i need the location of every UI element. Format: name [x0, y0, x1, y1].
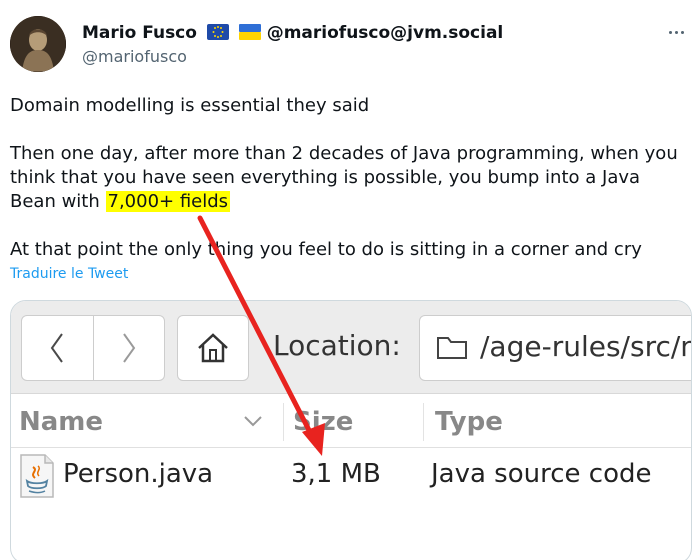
column-size-header[interactable]: Size: [293, 407, 353, 437]
dot-icon: [674, 30, 678, 34]
author-name-line[interactable]: Mario Fusco @mariofusco@jvm.social: [82, 22, 503, 46]
tweet-line-3: At that point the only thing you feel to…: [10, 239, 642, 260]
file-size: 3,1 MB: [291, 459, 381, 489]
dot-icon: [668, 30, 672, 34]
file-name: Person.java: [63, 459, 214, 489]
java-file-icon: [17, 453, 57, 503]
column-header-row: Name Size Type: [11, 397, 691, 448]
column-divider[interactable]: [283, 403, 284, 441]
display-name[interactable]: Mario Fusco: [82, 23, 197, 43]
file-row[interactable]: Person.java 3,1 MB Java source code: [11, 449, 691, 503]
folder-icon: [436, 334, 468, 364]
file-manager-toolbar: Location: /age-rules/src/m: [11, 301, 691, 394]
location-label: Location:: [273, 329, 401, 362]
home-button[interactable]: [177, 315, 249, 381]
column-name-header[interactable]: Name: [19, 407, 103, 437]
column-divider[interactable]: [423, 403, 424, 441]
fediverse-handle[interactable]: @mariofusco@jvm.social: [267, 23, 504, 43]
location-path: /age-rules/src/m: [480, 330, 692, 363]
dot-icon: [680, 30, 684, 34]
location-field[interactable]: /age-rules/src/m: [419, 315, 692, 381]
forward-button[interactable]: [92, 316, 165, 380]
translate-tweet-link[interactable]: Traduire le Tweet: [10, 266, 128, 282]
ukraine-flag-icon: [238, 24, 261, 46]
avatar[interactable]: [10, 16, 66, 72]
tweet: Mario Fusco @mariofusco@jvm.social @mari…: [0, 0, 692, 560]
file-type: Java source code: [431, 459, 652, 489]
chevron-left-icon: [51, 333, 64, 363]
chevron-down-icon[interactable]: [243, 413, 263, 432]
column-type-header[interactable]: Type: [435, 407, 503, 437]
more-options-button[interactable]: [664, 22, 688, 42]
author-handle[interactable]: @mariofusco: [82, 46, 187, 68]
navigation-buttons: [21, 315, 165, 381]
eu-flag-icon: [206, 24, 229, 46]
tweet-line-2: Then one day, after more than 2 decades …: [10, 142, 690, 214]
home-icon: [198, 333, 228, 363]
tweet-media-image[interactable]: Location: /age-rules/src/m Name Size Typ…: [10, 300, 692, 560]
chevron-right-icon: [122, 333, 135, 363]
back-button[interactable]: [22, 316, 93, 380]
tweet-line-1: Domain modelling is essential they said: [10, 95, 370, 116]
highlighted-text: 7,000+ fields: [105, 191, 231, 212]
